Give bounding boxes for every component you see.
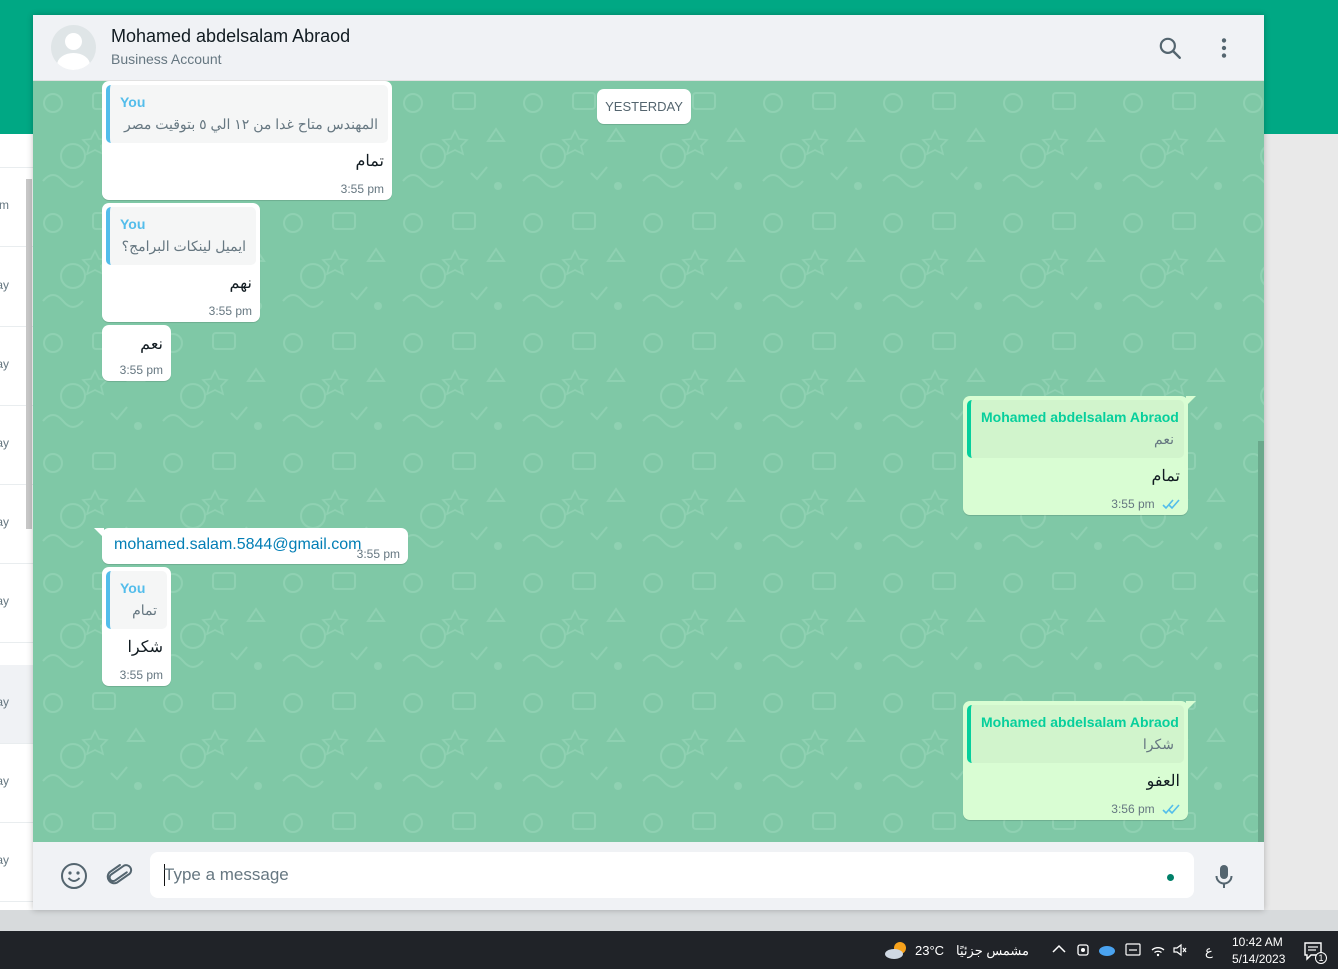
incoming-message[interactable]: You المهندس متاح غدا من ١٢ الي ٥ بتوقيت …: [102, 81, 392, 200]
avatar-head-shape: [65, 33, 82, 50]
message-text: شكرا: [127, 639, 163, 656]
chat-list-item-time: ay: [0, 436, 9, 450]
date-divider: YESTERDAY: [597, 89, 691, 124]
compose-bar: [33, 842, 1264, 910]
wifi-icon[interactable]: [1150, 942, 1166, 958]
outgoing-message[interactable]: Mohamed abdelsalam Abraod نعم تمام 3:55 …: [963, 396, 1196, 515]
message-input[interactable]: [164, 852, 1144, 898]
quoted-message[interactable]: You المهندس متاح غدا من ١٢ الي ٥ بتوقيت …: [106, 85, 388, 143]
message-text: نعم: [140, 336, 163, 353]
message-time: 3:55 pm: [208, 304, 252, 318]
chat-list-item-time: ay: [0, 357, 9, 371]
chat-list-item[interactable]: ay: [0, 744, 33, 823]
quote-author: You: [120, 94, 146, 110]
chat-list-item-time: ay: [0, 515, 9, 529]
search-icon[interactable]: [1157, 35, 1183, 61]
message-time: 3:55 pm: [1111, 497, 1155, 511]
message-time: 3:56 pm: [1111, 802, 1155, 816]
status-dot: [1167, 874, 1174, 881]
weather-description[interactable]: مشمس جزئيًا: [955, 943, 1029, 959]
input-language[interactable]: ع: [1205, 943, 1213, 959]
quote-text: شكرا: [1142, 736, 1174, 752]
contact-name[interactable]: Mohamed abdelsalam Abraod: [111, 26, 350, 47]
contact-subtitle: Business Account: [111, 51, 222, 67]
quote-author: Mohamed abdelsalam Abraod: [981, 409, 1179, 425]
attach-icon[interactable]: [104, 861, 134, 891]
incoming-message[interactable]: mohamed.salam.5844@gmail.com 3:55 pm: [94, 528, 408, 564]
message-time: 3:55 pm: [119, 363, 163, 377]
chat-list-item[interactable]: m: [0, 134, 33, 168]
quote-author: You: [120, 580, 146, 596]
quote-author: Mohamed abdelsalam Abraod: [981, 714, 1179, 730]
quote-text: ايميل لينكات البرامج؟: [121, 238, 246, 254]
message-text: تمام: [1151, 468, 1180, 485]
read-ticks-icon: [1162, 804, 1180, 815]
bubble-tail: [94, 528, 104, 538]
menu-dots-icon[interactable]: [1211, 35, 1237, 61]
message-input-box[interactable]: [150, 852, 1194, 898]
message-time: 3:55 pm: [340, 182, 384, 196]
avatar[interactable]: [51, 25, 96, 70]
incoming-message[interactable]: You ايميل لينكات البرامج؟ نهم 3:55 pm: [102, 203, 260, 322]
message-text: تمام: [355, 153, 384, 170]
clock-date[interactable]: 5/14/2023: [1232, 952, 1285, 966]
chat-scrollbar[interactable]: [1258, 441, 1264, 842]
incoming-message[interactable]: You تمام شكرا 3:55 pm: [102, 567, 171, 686]
chat-list-item-time: ay: [0, 853, 9, 867]
security-icon[interactable]: [1125, 942, 1141, 958]
message-text: العفو: [1146, 773, 1180, 790]
clock-time[interactable]: 10:42 AM: [1232, 935, 1283, 949]
quoted-message[interactable]: You تمام: [106, 571, 167, 629]
message-time: 3:55 pm: [356, 547, 400, 561]
quote-text: المهندس متاح غدا من ١٢ الي ٥ بتوقيت مصر: [123, 116, 378, 132]
chat-list-item[interactable]: ay: [0, 564, 33, 643]
chat-list-scrollbar[interactable]: [26, 179, 32, 529]
chat-list-item[interactable]: ay: [0, 823, 33, 902]
quote-author: You: [120, 216, 146, 232]
chat-list-item-time: ay: [0, 594, 9, 608]
avatar-body-shape: [57, 53, 90, 70]
read-ticks-icon: [1162, 499, 1180, 510]
mic-icon[interactable]: [1209, 861, 1239, 891]
notification-badge: 1: [1315, 952, 1327, 964]
incoming-message[interactable]: نعم 3:55 pm: [102, 325, 171, 381]
quote-text: تمام: [132, 602, 157, 618]
quoted-message[interactable]: Mohamed abdelsalam Abraod نعم: [967, 400, 1184, 458]
volume-icon[interactable]: [1172, 942, 1188, 958]
weather-temp[interactable]: 23°C: [915, 943, 944, 958]
chat-list-item-time: ay: [0, 695, 9, 709]
os-taskbar: 23°C مشمس جزئيًا ع 10:42 AM 5/14/2023 1: [0, 931, 1338, 969]
weather-icon[interactable]: [884, 939, 910, 961]
bubble-tail: [1186, 701, 1196, 711]
quoted-message[interactable]: Mohamed abdelsalam Abraod شكرا: [967, 705, 1184, 763]
quoted-message[interactable]: You ايميل لينكات البرامج؟: [106, 207, 256, 265]
bubble-tail: [1186, 396, 1196, 406]
email-link[interactable]: mohamed.salam.5844@gmail.com: [114, 536, 361, 554]
bottom-background: [0, 910, 1338, 931]
onedrive-icon[interactable]: [1098, 943, 1116, 957]
right-background: [1264, 134, 1338, 910]
chat-list-item-time: ay: [0, 278, 9, 292]
chat-list-item-time: ay: [0, 774, 9, 788]
message-area[interactable]: YESTERDAY You المهندس متاح غدا من ١٢ الي…: [33, 81, 1264, 842]
outgoing-message[interactable]: Mohamed abdelsalam Abraod شكرا العفو 3:5…: [963, 701, 1196, 820]
conversation-window: Mohamed abdelsalam Abraod Business Accou…: [33, 15, 1264, 910]
conversation-header[interactable]: Mohamed abdelsalam Abraod Business Accou…: [33, 15, 1264, 81]
emoji-icon[interactable]: [59, 861, 89, 891]
message-text: نهم: [229, 275, 252, 292]
message-status: 3:55 pm: [1111, 497, 1180, 511]
message-time: 3:55 pm: [119, 668, 163, 682]
chat-list-item-time: m: [0, 198, 9, 212]
chevron-up-icon[interactable]: [1052, 944, 1066, 954]
chat-list-item[interactable]: ay: [0, 665, 33, 744]
message-status: 3:56 pm: [1111, 802, 1180, 816]
quote-text: نعم: [1154, 431, 1174, 447]
meet-icon[interactable]: [1076, 942, 1090, 958]
chat-list-partial: m m ay ay ay ay ay ay ay ay: [0, 134, 33, 910]
